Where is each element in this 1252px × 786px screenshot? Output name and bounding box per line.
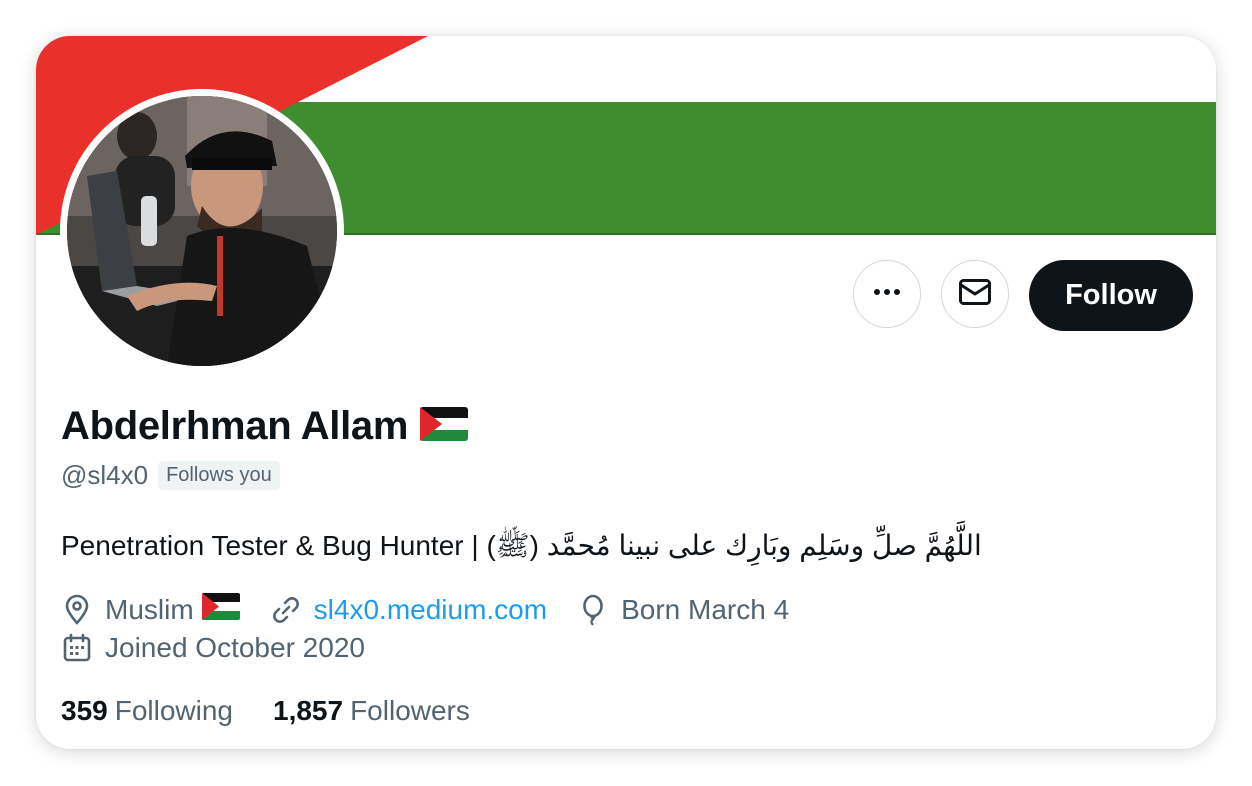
palestine-flag-icon <box>420 407 469 446</box>
avatar[interactable] <box>60 89 344 373</box>
birthday-item: Born March 4 <box>577 594 789 626</box>
link-icon <box>270 594 302 626</box>
following-count: 359 <box>61 695 108 726</box>
palestine-flag-icon <box>201 593 240 627</box>
birthday-text: Born March 4 <box>621 594 790 625</box>
follow-stats: 359 Following 1,857 Followers <box>61 695 510 727</box>
website-item[interactable]: sl4x0.medium.com <box>270 594 547 626</box>
name-row: Abdelrhman Allam <box>61 404 469 449</box>
more-button[interactable] <box>853 260 921 328</box>
calendar-icon <box>61 632 93 664</box>
profile-meta-row: Muslim sl4x0.medium.com Born March 4 <box>61 593 819 627</box>
message-button[interactable] <box>941 260 1009 328</box>
location-text: Muslim <box>105 594 194 625</box>
joined-text: Joined October 2020 <box>105 632 365 663</box>
follows-you-badge: Follows you <box>158 461 280 490</box>
following-stat[interactable]: 359 Following <box>61 695 233 727</box>
website-link[interactable]: sl4x0.medium.com <box>314 594 547 626</box>
joined-item: Joined October 2020 <box>61 632 365 664</box>
handle-row: @sl4x0 Follows you <box>61 460 280 491</box>
followers-count: 1,857 <box>273 695 344 726</box>
avatar-photo <box>67 96 337 366</box>
balloon-icon <box>577 594 609 626</box>
handle: @sl4x0 <box>61 460 149 490</box>
profile-meta-row: Joined October 2020 <box>61 632 395 664</box>
location-pin-icon <box>61 594 93 626</box>
more-horizontal-icon <box>871 276 903 313</box>
followers-stat[interactable]: 1,857 Followers <box>273 695 470 727</box>
followers-label: Followers <box>350 695 470 726</box>
bio: Penetration Tester & Bug Hunter | (ﷺ) ال… <box>61 530 982 561</box>
follow-button[interactable]: Follow <box>1029 260 1193 331</box>
following-label: Following <box>114 695 233 726</box>
envelope-icon <box>958 275 992 314</box>
location-item: Muslim <box>61 593 240 627</box>
display-name: Abdelrhman Allam <box>61 404 409 448</box>
profile-card: Follow Abdelrhman Allam @sl4x0 Follows y… <box>36 36 1216 749</box>
